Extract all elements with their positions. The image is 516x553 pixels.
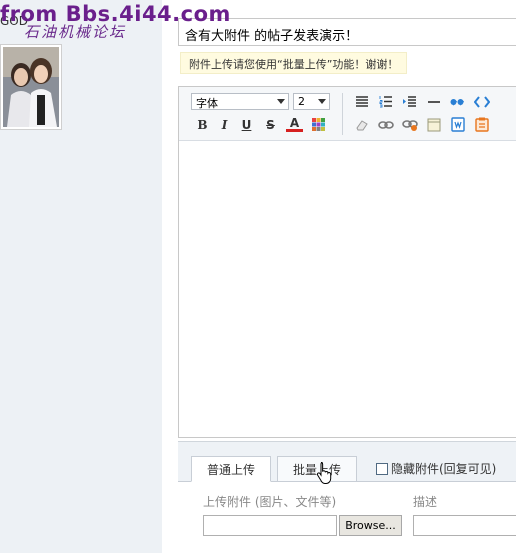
- description-field-label: 描述: [413, 495, 438, 509]
- toolbar-separator: [342, 93, 343, 135]
- ordered-list-icon[interactable]: [377, 93, 394, 110]
- horizontal-rule-icon[interactable]: [425, 93, 442, 110]
- post-title-input[interactable]: 含有大附件 的帖子发表演示！: [178, 18, 516, 46]
- file-field-label: 上传附件 (图片、文件等): [203, 495, 337, 509]
- avatar: [0, 44, 62, 130]
- font-color-button[interactable]: A: [286, 116, 303, 132]
- font-size-value: 2: [298, 95, 305, 108]
- file-path-input[interactable]: [203, 515, 337, 536]
- align-left-icon[interactable]: [353, 93, 370, 110]
- tab-normal-upload[interactable]: 普通上传: [191, 456, 271, 482]
- editor-toolbar: 字体 2 B I U S A: [179, 87, 516, 141]
- upload-notice: 附件上传请您使用“批量上传”功能！谢谢！: [180, 52, 408, 74]
- rich-text-editor: 字体 2 B I U S A: [178, 86, 516, 438]
- chevron-down-icon: [318, 99, 326, 104]
- font-size-select[interactable]: 2: [293, 93, 330, 110]
- underline-button[interactable]: U: [238, 116, 255, 133]
- description-input[interactable]: [413, 515, 516, 536]
- indent-icon[interactable]: [401, 93, 418, 110]
- chevron-down-icon: [277, 99, 285, 104]
- hide-attachment-option[interactable]: 隐藏附件(回复可见): [376, 460, 496, 477]
- table-icon[interactable]: [425, 116, 442, 133]
- bold-button[interactable]: B: [194, 116, 211, 133]
- background-color-icon[interactable]: [310, 116, 327, 133]
- code-icon[interactable]: [473, 93, 490, 110]
- hide-attachment-checkbox[interactable]: [376, 462, 388, 475]
- username: GOD: [0, 14, 28, 28]
- strikethrough-button[interactable]: S: [262, 116, 279, 133]
- paste-word-icon[interactable]: [449, 116, 466, 133]
- link-icon[interactable]: [377, 116, 394, 133]
- font-family-select[interactable]: 字体: [191, 93, 289, 110]
- italic-button[interactable]: I: [216, 116, 233, 133]
- paste-text-icon[interactable]: [473, 116, 490, 133]
- left-panel: GOD: [0, 0, 162, 553]
- editor-content-area[interactable]: [179, 141, 516, 437]
- quote-icon[interactable]: [449, 93, 466, 110]
- remove-format-icon[interactable]: [353, 116, 370, 133]
- font-family-value: 字体: [196, 97, 218, 110]
- hide-attachment-label: 隐藏附件(回复可见): [391, 462, 497, 476]
- browse-button[interactable]: Browse...: [339, 515, 402, 536]
- upload-panel: 上传附件 (图片、文件等) 描述 Browse...: [178, 482, 516, 553]
- hand-cursor-icon: [316, 461, 334, 488]
- upload-area: 普通上传 批量上传 隐藏附件(回复可见) 上传附件 (图片、文件等) 描述 Br…: [178, 441, 516, 553]
- unlink-icon[interactable]: [401, 116, 418, 133]
